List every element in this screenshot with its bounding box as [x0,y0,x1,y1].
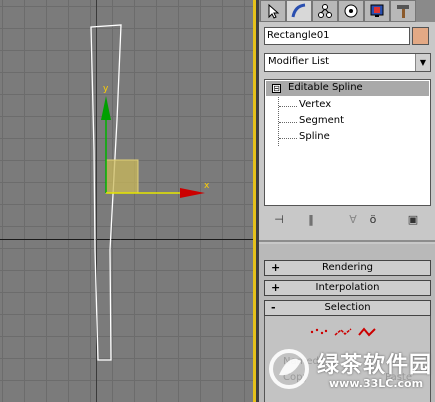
remove-modifier-icon[interactable]: ö [364,213,382,229]
hierarchy-tab[interactable] [312,0,338,22]
gizmo-xy-plane [105,159,139,194]
rollout-interpolation[interactable]: + Interpolation [264,280,431,296]
cursor-arrow-icon [268,3,280,19]
tree-branch [279,122,297,123]
rollout-label: Selection [324,302,371,313]
viewport-front[interactable]: y x [0,0,253,402]
tree-branch [279,106,297,107]
show-end-result-icon[interactable]: ‖ [302,213,320,229]
motion-tab[interactable] [338,0,364,22]
stack-item-editable-spline[interactable]: ⊟ Editable Spline [266,81,429,96]
command-panel-tabs [259,0,435,22]
make-unique-icon[interactable]: ∀ [344,213,362,229]
copy-button[interactable]: Copy [283,372,308,383]
gizmo-y-arrow [101,96,111,120]
bend-curve-icon [291,3,306,18]
stack-toolbar: ⊣ ‖ ∀ ö ▣ [264,211,429,231]
display-monitor-icon [370,4,384,17]
gizmo-x-label: x [204,181,210,191]
segment-select-icon[interactable] [333,326,353,338]
viewport-scene [90,24,205,361]
gizmo-y-label: y [103,84,109,94]
modifier-list-label: Modifier List [268,56,330,67]
stack-item-label: Editable Spline [288,82,363,93]
panel-divider [259,240,435,242]
modifier-stack[interactable]: ⊟ Editable Spline Vertex Segment Spline [264,79,431,206]
object-color-swatch[interactable] [412,27,429,45]
rollout-label: Interpolation [315,282,380,293]
configure-sets-icon[interactable]: ▣ [404,213,422,229]
motion-wheel-icon [344,4,358,18]
paste-button[interactable]: Paste [385,372,412,383]
rollout-label: Rendering [321,262,374,273]
hierarchy-icon [318,4,332,18]
hammer-icon [397,5,409,18]
object-name-field[interactable]: Rectangle01 [264,27,410,45]
create-tab[interactable] [260,0,286,22]
modify-tab[interactable] [286,0,312,22]
sub-object-segment[interactable]: Segment [299,115,344,126]
tree-branch [279,138,297,139]
collapse-toggle-icon[interactable]: ⊟ [272,84,281,93]
sub-object-spline[interactable]: Spline [299,131,330,142]
named-selections-label: Named [283,356,319,367]
vertex-select-icon[interactable] [309,326,329,338]
rollout-rendering[interactable]: + Rendering [264,260,431,276]
spline-select-icon[interactable] [357,326,377,338]
display-tab[interactable] [364,0,390,22]
modifier-list-dropdown[interactable]: Modifier List ▼ [264,53,431,72]
rollout-selection[interactable]: - Selection [264,300,431,316]
utilities-tab[interactable] [390,0,416,22]
command-panel: Rectangle01 Modifier List ▼ ⊟ Editable S… [259,0,435,402]
sub-object-vertex[interactable]: Vertex [299,99,331,110]
chevron-down-icon[interactable]: ▼ [415,54,430,71]
gizmo-x-arrow [180,188,205,198]
pin-stack-icon[interactable]: ⊣ [270,213,288,229]
